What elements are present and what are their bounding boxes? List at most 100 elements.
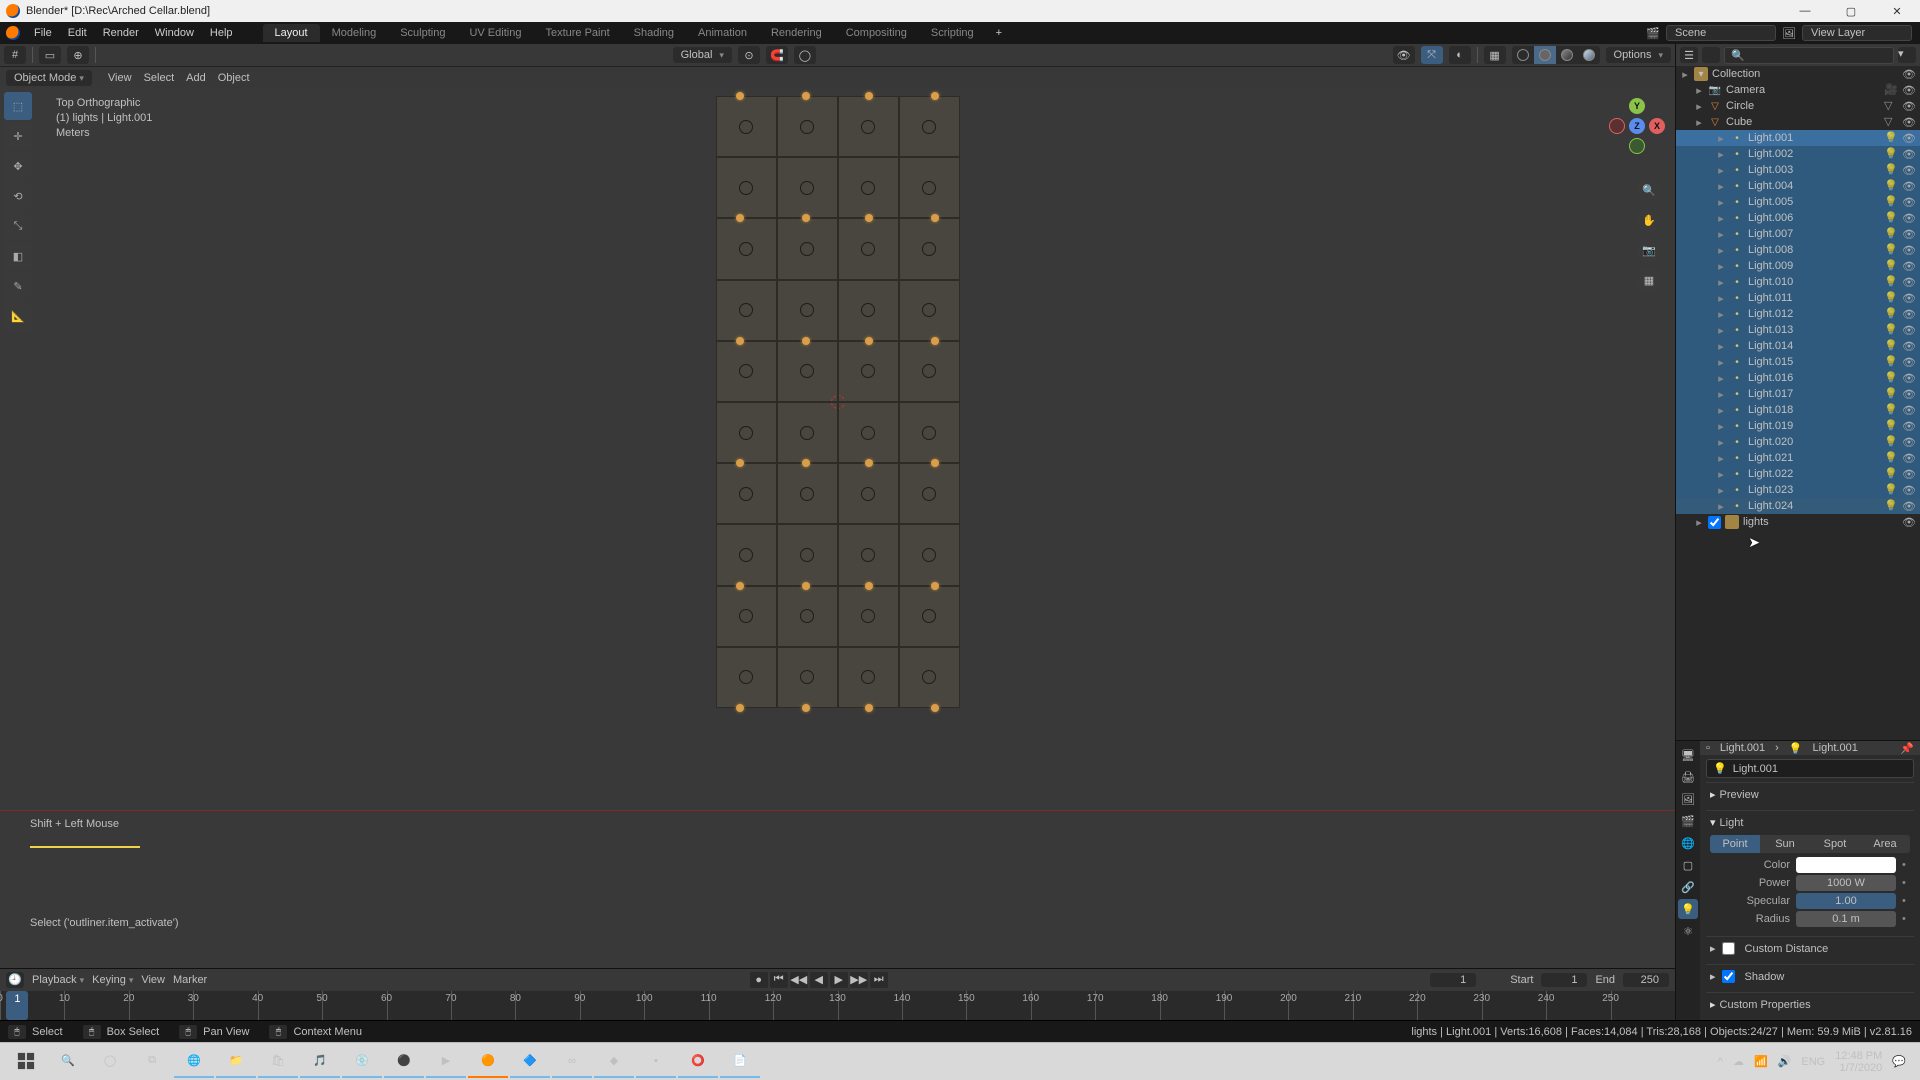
minimize-button[interactable]: — [1782,0,1828,22]
axis-x[interactable]: X [1649,118,1665,134]
expand-icon[interactable]: ▸ [1716,180,1726,193]
outliner-row[interactable]: ▸ • Light.003 💡 👁 [1676,162,1920,178]
start-frame-field[interactable]: 1 [1541,973,1587,987]
outliner-row[interactable]: ▸ • Light.010 💡 👁 [1676,274,1920,290]
keyframe-prev[interactable]: ◀◀ [790,972,808,988]
visibility-toggle[interactable]: 👁 [1902,68,1916,81]
scene-selector[interactable]: Scene [1666,25,1776,41]
light-type-sun[interactable]: Sun [1760,835,1810,853]
visibility-toggle[interactable]: 👁 [1902,292,1916,305]
outliner-row[interactable]: ▸ • Light.023 💡 👁 [1676,482,1920,498]
outliner-row[interactable]: ▸ • Light.018 💡 👁 [1676,402,1920,418]
tool-select-box[interactable]: ⬚ [4,92,32,120]
xray-toggle[interactable]: ▦ [1484,46,1506,64]
workspace-tab-layout[interactable]: Layout [263,24,320,42]
pan-button[interactable]: ✋ [1637,208,1661,232]
outliner-row[interactable]: ▸ • Light.005 💡 👁 [1676,194,1920,210]
zoom-button[interactable]: 🔍 [1637,178,1661,202]
outliner-search[interactable]: 🔍 [1724,47,1894,64]
preview-section-header[interactable]: ▸ Preview [1710,786,1910,803]
expand-icon[interactable]: ▸ [1716,436,1726,449]
prop-tab-render[interactable]: 🖥 [1678,745,1698,765]
shading-solid[interactable] [1534,46,1556,64]
tool-rotate[interactable]: ⟲ [4,182,32,210]
expand-icon[interactable]: ▸ [1716,244,1726,257]
outliner-row[interactable]: ▸ ▽ Circle ▽ 👁 [1676,98,1920,114]
taskbar-app1[interactable]: 🔷 [510,1046,550,1078]
visibility-toggle[interactable]: 👁 [1902,372,1916,385]
taskbar-media[interactable]: 🎵 [300,1046,340,1078]
outliner-row[interactable]: ▸ ▾ Collection 👁 [1676,66,1920,82]
breadcrumb-data[interactable]: Light.001 [1813,742,1858,754]
outliner-row[interactable]: ▸ 📷 Camera 🎥 👁 [1676,82,1920,98]
viewport-3d[interactable]: ⬚ ✛ ✥ ⟲ ⤡ ◧ ✎ 📐 Top Orthographic (1) lig… [0,88,1675,968]
jump-end[interactable]: ⏭ [870,972,888,988]
expand-icon[interactable]: ▸ [1716,164,1726,177]
outliner-row[interactable]: ▸ • Light.019 💡 👁 [1676,418,1920,434]
visibility-toggle[interactable]: 👁 [1902,436,1916,449]
axis-z[interactable]: Z [1629,118,1645,134]
menu-window[interactable]: Window [147,24,202,42]
collection-enable-check[interactable] [1708,516,1721,529]
outliner-row[interactable]: ▸ • Light.017 💡 👁 [1676,386,1920,402]
tray-volume-icon[interactable]: 🔊 [1778,1055,1792,1068]
shading-rendered[interactable] [1578,46,1600,64]
visibility-toggle[interactable]: 👁 [1902,420,1916,433]
taskbar-terminal[interactable]: ▪ [636,1046,676,1078]
outliner-tree[interactable]: ▸ ▾ Collection 👁▸ 📷 Camera 🎥 👁▸ ▽ Circle… [1676,66,1920,740]
expand-icon[interactable]: ▸ [1716,132,1726,145]
menu-edit[interactable]: Edit [60,24,95,42]
outliner-row[interactable]: ▸ • Light.002 💡 👁 [1676,146,1920,162]
radius-field[interactable]: 0.1 m [1796,911,1896,927]
taskbar-explorer[interactable]: 📁 [216,1046,256,1078]
outliner-display-mode[interactable] [1702,47,1720,63]
end-frame-field[interactable]: 250 [1623,973,1669,987]
timeline-editor-type[interactable]: 🕘 [6,972,24,988]
prop-tab-data-light[interactable]: 💡 [1678,899,1698,919]
visibility-toggle[interactable]: 👁 [1902,164,1916,177]
expand-icon[interactable]: ▸ [1694,116,1704,129]
tray-onedrive-icon[interactable]: ☁ [1733,1055,1744,1068]
expand-icon[interactable]: ▸ [1680,68,1690,81]
visibility-toggle[interactable]: 👁 [1902,276,1916,289]
expand-icon[interactable]: ▸ [1716,196,1726,209]
visibility-toggle[interactable]: 👁 [1902,260,1916,273]
prop-tab-physics[interactable]: ⚛ [1678,921,1698,941]
outliner-row[interactable]: ▸ • Light.024 💡 👁 [1676,498,1920,514]
expand-icon[interactable]: ▸ [1716,404,1726,417]
tray-notifications-icon[interactable]: 💬 [1892,1055,1906,1068]
outliner-row[interactable]: ▸ • Light.011 💡 👁 [1676,290,1920,306]
tool-transform[interactable]: ◧ [4,242,32,270]
editor-type-button[interactable]: # [4,46,26,64]
tray-network-icon[interactable]: 📶 [1754,1055,1768,1068]
transform-orientation[interactable]: Global [673,47,732,63]
expand-icon[interactable]: ▸ [1716,484,1726,497]
outliner-row[interactable]: ▸ • Light.021 💡 👁 [1676,450,1920,466]
visibility-toggle[interactable]: 👁 [1902,404,1916,417]
workspace-tab-shading[interactable]: Shading [622,24,686,42]
jump-start[interactable]: ⏮ [770,972,788,988]
prop-tab-output[interactable]: 🖨 [1678,767,1698,787]
axis-y-neg[interactable] [1629,138,1645,154]
viewport-menu-select[interactable]: Select [138,70,181,86]
taskbar-video[interactable]: ▶ [426,1046,466,1078]
taskbar-word[interactable]: 📄 [720,1046,760,1078]
taskbar-vs[interactable]: ∞ [552,1046,592,1078]
workspace-tab-compositing[interactable]: Compositing [834,24,919,42]
expand-icon[interactable]: ▸ [1716,228,1726,241]
mode-selector[interactable]: Object Mode [6,70,92,86]
expand-icon[interactable]: ▸ [1716,276,1726,289]
expand-icon[interactable]: ▸ [1716,324,1726,337]
viewport-options[interactable]: Options [1606,47,1671,63]
color-field[interactable] [1796,857,1896,873]
keying-menu[interactable]: Keying [92,974,133,986]
expand-icon[interactable]: ▸ [1716,340,1726,353]
marker-menu[interactable]: Marker [173,974,207,986]
axis-x-neg[interactable] [1609,118,1625,134]
visibility-toggle[interactable]: 👁 [1902,356,1916,369]
camera-view-button[interactable]: 📷 [1637,238,1661,262]
outliner-row[interactable]: ▸ ▽ Cube ▽ 👁 [1676,114,1920,130]
tray-lang[interactable]: ENG [1801,1056,1825,1068]
expand-icon[interactable]: ▸ [1716,500,1726,513]
expand-icon[interactable]: ▸ [1716,468,1726,481]
